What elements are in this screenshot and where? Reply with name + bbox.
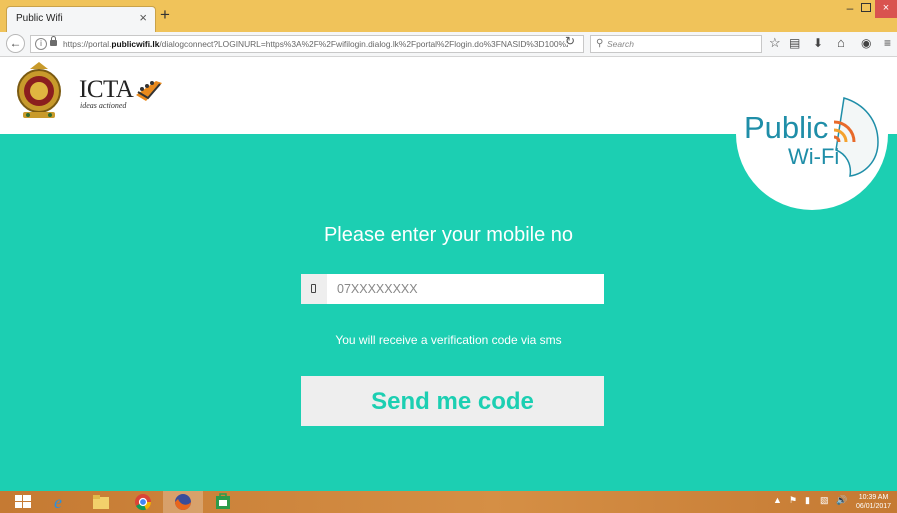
browser-navbar: ← i https://portal.publicwifi.lk/dialogc… — [0, 32, 897, 57]
lock-icon[interactable] — [50, 36, 57, 46]
helper-text: You will receive a verification code via… — [335, 333, 562, 347]
mobile-phone-icon — [311, 284, 316, 293]
clock-date: 06/01/2017 — [856, 503, 892, 510]
firefox-taskbar-item[interactable] — [163, 491, 203, 513]
window-minimize-button[interactable]: – — [843, 2, 857, 16]
menu-icon[interactable]: ≡ — [884, 35, 891, 51]
bookmark-star-icon[interactable]: ☆ — [769, 35, 781, 51]
clock-time: 10:39 AM — [858, 494, 889, 501]
badge-public-text: Public — [744, 110, 828, 145]
action-center-icon[interactable]: ⚑ — [789, 495, 797, 506]
home-icon[interactable]: ⌂ — [837, 35, 845, 51]
url-path: /dialogconnect?LOGINURL=https%3A%2F%2Fwi… — [159, 39, 568, 49]
public-wifi-logo-icon: Public Wi-Fi — [744, 97, 879, 177]
store-icon[interactable] — [212, 493, 234, 511]
icta-logo-text: ICTA — [79, 76, 134, 103]
url-text[interactable]: https://portal.publicwifi.lk/dialogconne… — [63, 39, 568, 49]
browser-titlebar: Public Wifi × + – × — [0, 0, 897, 32]
phone-icon-box — [301, 274, 327, 304]
windows-taskbar: e ▲ ⚑ ▮ ▧ 🔊 10:39 AM 06/01/2017 — [0, 491, 897, 513]
reload-icon[interactable]: ↻ — [565, 34, 575, 48]
svg-text:e: e — [54, 493, 62, 511]
windows-start-icon[interactable] — [12, 493, 34, 511]
tray-chevron-icon[interactable]: ▲ — [773, 495, 782, 505]
window-maximize-button[interactable] — [861, 3, 871, 12]
tab-title: Public Wifi — [16, 13, 63, 24]
icta-logo-mark-icon — [136, 81, 162, 101]
firefox-icon — [175, 494, 191, 510]
internet-explorer-icon[interactable]: e — [50, 493, 72, 511]
public-wifi-badge: Public Wi-Fi — [736, 58, 888, 210]
taskbar-clock[interactable]: 10:39 AM 06/01/2017 — [856, 493, 891, 511]
new-tab-button[interactable]: + — [160, 6, 170, 24]
tab-close-icon[interactable]: × — [139, 10, 147, 26]
info-icon[interactable]: i — [35, 38, 47, 50]
network-signal-icon[interactable]: ▧ — [820, 495, 829, 506]
volume-icon[interactable]: 🔊 — [836, 495, 847, 506]
mobile-number-input[interactable] — [329, 274, 599, 304]
badge-wifi-text: Wi-Fi — [788, 144, 839, 169]
sri-lanka-emblem-icon — [17, 62, 61, 118]
url-host: https://portal. — [63, 39, 112, 49]
send-code-button[interactable]: Send me code — [301, 376, 604, 426]
download-icon[interactable]: ⬇ — [813, 35, 823, 51]
chrome-icon[interactable] — [132, 493, 154, 511]
url-domain: publicwifi.lk — [111, 39, 160, 49]
window-close-button[interactable]: × — [875, 0, 897, 18]
file-explorer-icon[interactable] — [90, 493, 112, 511]
battery-icon[interactable]: ▮ — [805, 495, 810, 506]
back-arrow-icon: ← — [9, 36, 22, 50]
browser-tab[interactable]: Public Wifi × — [6, 6, 156, 32]
address-bar[interactable]: i https://portal.publicwifi.lk/dialogcon… — [30, 35, 584, 53]
reading-list-icon[interactable]: ▤ — [789, 35, 800, 51]
icta-tagline: ideas actioned — [80, 101, 127, 110]
back-button[interactable]: ← — [6, 34, 25, 53]
search-placeholder: Search — [607, 39, 634, 49]
form-heading: Please enter your mobile no — [323, 224, 574, 246]
search-box[interactable]: ⚲ Search — [590, 35, 762, 53]
pocket-icon[interactable]: ◉ — [861, 35, 871, 51]
search-icon: ⚲ — [596, 38, 604, 49]
mobile-number-field — [301, 274, 604, 304]
